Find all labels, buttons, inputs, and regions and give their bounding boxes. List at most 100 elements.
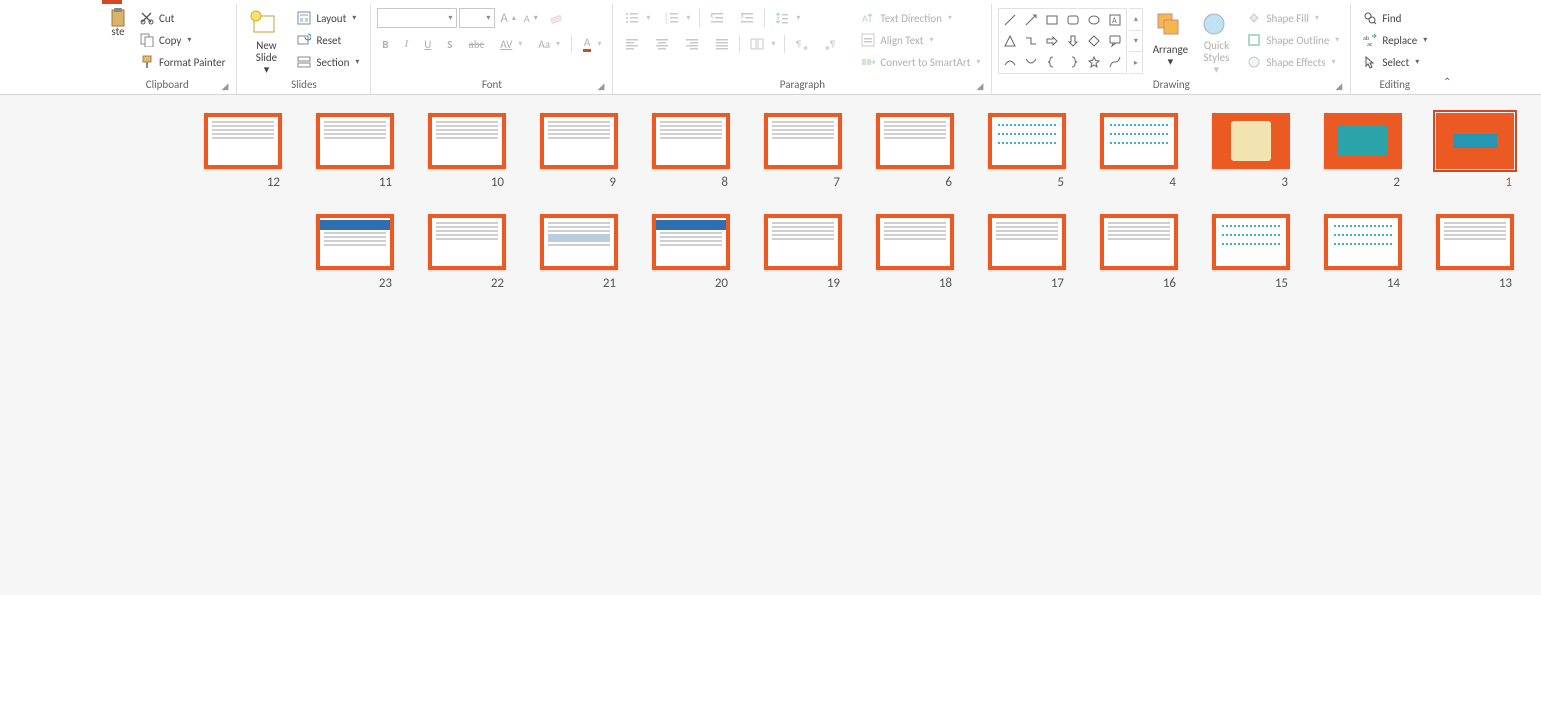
paste-button[interactable]: ste (104, 8, 132, 74)
dialog-launcher-icon[interactable]: ◢ (597, 81, 604, 92)
clear-formatting-button[interactable] (543, 8, 569, 28)
shape-effects-button[interactable]: Shape Effects▾ (1241, 52, 1344, 72)
slide-thumbnail[interactable]: 5 (956, 113, 1066, 190)
shape-arc-icon[interactable] (1021, 52, 1041, 72)
shape-fill-button[interactable]: Shape Fill▾ (1241, 8, 1344, 28)
text-direction-button[interactable]: A Text Direction▾ (855, 8, 985, 28)
slide-thumbnail[interactable]: 20 (620, 214, 730, 291)
align-left-button[interactable] (619, 34, 645, 54)
arrange-button[interactable]: Arrange▾ (1147, 8, 1193, 74)
svg-text:A: A (862, 12, 868, 25)
underline-button[interactable]: U (419, 36, 436, 53)
shape-callout-icon[interactable] (1105, 31, 1125, 51)
shape-line-icon[interactable] (1000, 10, 1020, 30)
slide-thumbnail[interactable]: 2 (1292, 113, 1402, 190)
slide-thumbnail[interactable]: 18 (844, 214, 954, 291)
shape-arrow-right-icon[interactable] (1042, 31, 1062, 51)
numbering-button[interactable]: 123▾ (659, 8, 695, 28)
strikethrough-button[interactable]: abc (463, 36, 489, 53)
text-shadow-button[interactable]: S (442, 36, 457, 53)
replace-icon: abac (1362, 32, 1378, 48)
select-button[interactable]: Select▾ (1357, 52, 1432, 72)
bold-button[interactable]: B (377, 36, 393, 53)
shapes-gallery[interactable]: A (998, 8, 1127, 74)
find-button[interactable]: Find (1357, 8, 1432, 28)
chevron-down-icon: ▾ (1332, 57, 1336, 67)
svg-text:3: 3 (665, 20, 668, 25)
slide-thumbnail[interactable]: 14 (1292, 214, 1402, 291)
shape-triangle-icon[interactable] (1000, 31, 1020, 51)
increase-indent-button[interactable] (734, 8, 760, 28)
shape-outline-button[interactable]: Shape Outline▾ (1241, 30, 1344, 50)
slide-thumbnail[interactable]: 7 (732, 113, 842, 190)
scroll-up-icon[interactable]: ▴ (1129, 9, 1142, 31)
italic-button[interactable]: I (400, 36, 414, 52)
slide-thumbnail[interactable]: 8 (620, 113, 730, 190)
align-text-button[interactable]: Align Text▾ (855, 30, 985, 50)
new-slide-button[interactable]: New Slide▾ (243, 8, 289, 74)
slide-thumbnail[interactable]: 4 (1068, 113, 1178, 190)
shape-curve-icon[interactable] (1000, 52, 1020, 72)
shape-rbrace-icon[interactable] (1063, 52, 1083, 72)
slide-thumbnail[interactable]: 16 (1068, 214, 1178, 291)
shape-line-arrow-icon[interactable] (1021, 10, 1041, 30)
shape-diamond-icon[interactable] (1084, 31, 1104, 51)
font-name-combo[interactable]: ▾ (377, 8, 457, 28)
shape-oval-icon[interactable] (1084, 10, 1104, 30)
columns-button[interactable]: ▾ (744, 34, 780, 54)
slide-thumbnail[interactable]: 10 (396, 113, 506, 190)
dialog-launcher-icon[interactable]: ◢ (1335, 81, 1342, 92)
slide-thumbnail[interactable]: 3 (1180, 113, 1290, 190)
char-spacing-button[interactable]: AV▾ (495, 36, 527, 53)
decrease-indent-button[interactable] (704, 8, 730, 28)
gallery-scroll[interactable]: ▴▾▸ (1129, 8, 1143, 74)
slide-thumbnail[interactable]: 13 (1404, 214, 1514, 291)
shape-star-icon[interactable] (1084, 52, 1104, 72)
shape-rounded-rect-icon[interactable] (1063, 10, 1083, 30)
slide-thumbnail[interactable]: 15 (1180, 214, 1290, 291)
cut-button[interactable]: Cut (134, 8, 230, 28)
slide-thumbnail[interactable]: 19 (732, 214, 842, 291)
slide-thumbnail[interactable]: 22 (396, 214, 506, 291)
reset-button[interactable]: Reset (291, 30, 364, 50)
slide-sorter-pane[interactable]: 1234567891011121314151617181920212223 (0, 95, 1541, 595)
shape-arrow-down-icon[interactable] (1063, 31, 1083, 51)
collapse-ribbon-button[interactable]: ⌃ (1438, 4, 1456, 94)
dialog-launcher-icon[interactable]: ◢ (976, 81, 983, 92)
slide-thumbnail[interactable]: 11 (284, 113, 394, 190)
shape-lbrace-icon[interactable] (1042, 52, 1062, 72)
gallery-expand-icon[interactable]: ▸ (1129, 52, 1142, 73)
slide-thumbnail[interactable]: 6 (844, 113, 954, 190)
bullets-button[interactable]: ▾ (619, 8, 655, 28)
section-button[interactable]: Section▾ (291, 52, 364, 72)
convert-smartart-button[interactable]: Convert to SmartArt▾ (855, 52, 985, 72)
copy-button[interactable]: Copy▾ (134, 30, 230, 50)
slide-thumbnail[interactable]: 23 (284, 214, 394, 291)
line-spacing-button[interactable]: ▾ (769, 8, 805, 28)
scroll-down-icon[interactable]: ▾ (1129, 31, 1142, 53)
align-center-button[interactable] (649, 34, 675, 54)
slide-thumbnail[interactable]: 17 (956, 214, 1066, 291)
grow-font-button[interactable]: A▴ (497, 9, 519, 28)
slide-thumbnail[interactable]: 21 (508, 214, 618, 291)
format-painter-button[interactable]: Format Painter (134, 52, 230, 72)
shape-elbow-icon[interactable] (1021, 31, 1041, 51)
shape-rectangle-icon[interactable] (1042, 10, 1062, 30)
justify-button[interactable] (709, 34, 735, 54)
slide-thumbnail[interactable]: 9 (508, 113, 618, 190)
font-color-button[interactable]: A▾ (578, 34, 606, 54)
shape-textbox-icon[interactable]: A (1105, 10, 1125, 30)
slide-thumbnail[interactable]: 12 (172, 113, 282, 190)
shape-connector-icon[interactable] (1105, 52, 1125, 72)
rtl-button[interactable]: ¶ (819, 34, 845, 54)
replace-button[interactable]: abac Replace▾ (1357, 30, 1432, 50)
dialog-launcher-icon[interactable]: ◢ (222, 81, 229, 92)
ltr-button[interactable]: ¶ (789, 34, 815, 54)
quick-styles-button[interactable]: Quick Styles▾ (1193, 8, 1239, 74)
align-right-button[interactable] (679, 34, 705, 54)
shrink-font-button[interactable]: A▾ (521, 10, 541, 27)
layout-button[interactable]: Layout▾ (291, 8, 364, 28)
slide-thumbnail[interactable]: 1 (1404, 113, 1514, 190)
font-size-combo[interactable]: ▾ (459, 8, 495, 28)
change-case-button[interactable]: Aa▾ (533, 36, 565, 53)
